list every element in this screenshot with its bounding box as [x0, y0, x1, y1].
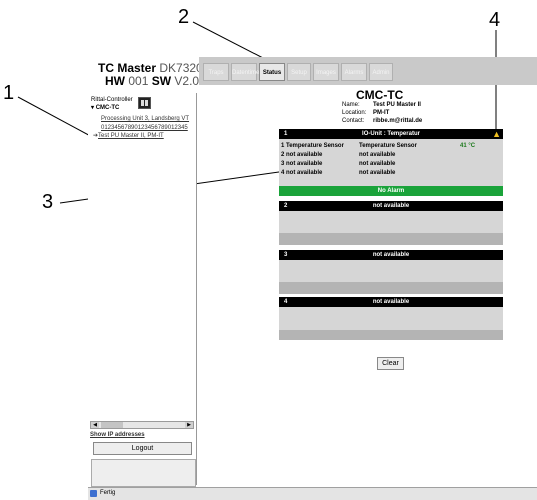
callout-1: 1	[3, 82, 15, 104]
unit-3-body	[279, 260, 503, 282]
unit-1-row-4-desc: not available	[359, 170, 396, 176]
sw-label: SW	[151, 74, 172, 88]
tab-traps[interactable]: Traps	[203, 63, 229, 81]
unit-1-row-3-port: 3 not available	[281, 161, 323, 167]
unit-1-row-4-port: 4 not available	[281, 170, 323, 176]
tree-link-serial[interactable]: 01234567890123456789012345	[101, 124, 188, 132]
unit-4-title: not available	[372, 299, 410, 305]
unit-1-header: 1 IO-Unit : Temperatur ▲	[279, 129, 503, 139]
tree-root[interactable]: Rittal-Controller	[91, 96, 133, 104]
unit-2-footer	[279, 233, 503, 245]
tab-status[interactable]: Status	[259, 63, 285, 81]
name-label: Name:	[342, 102, 360, 108]
device-title: CMC-TC	[356, 88, 404, 102]
tab-setup[interactable]: Setup	[287, 63, 311, 81]
unit-1-row-1-value: 41 °C	[460, 143, 476, 149]
unit-4-body	[279, 307, 503, 330]
unit-4-footer	[279, 330, 503, 340]
scroll-thumb[interactable]	[101, 422, 123, 428]
unit-4-header: 4 not available	[279, 297, 503, 307]
unit-1-row-2-port: 2 not available	[281, 152, 323, 158]
scroll-right-icon[interactable]: ▶	[185, 422, 193, 428]
tree-link-test-pu-label: Test PU Master II, PM-IT	[98, 133, 164, 139]
hw-label: HW	[105, 74, 125, 88]
tab-admin[interactable]: Admin	[369, 63, 393, 81]
callout-3: 3	[42, 191, 54, 213]
horizontal-scrollbar[interactable]: ◀ ▶	[90, 421, 194, 429]
tree-link-processing-unit[interactable]: Processing Unit 3, Landsberg VT	[101, 115, 189, 123]
tab-alarms[interactable]: Alarms	[341, 63, 367, 81]
network-icon[interactable]	[138, 97, 151, 109]
unit-2-body	[279, 211, 503, 233]
ie-page-icon	[90, 490, 97, 497]
logout-button[interactable]: Logout	[93, 442, 192, 455]
location-label: Location:	[342, 110, 367, 116]
hw-value: 001	[128, 74, 149, 88]
unit-2-header: 2 not available	[279, 201, 503, 211]
message-box	[91, 459, 196, 487]
clear-button[interactable]: Clear	[377, 357, 404, 370]
unit-1-title: IO-Unit : Temperatur	[362, 131, 420, 137]
unit-2-title: not available	[372, 203, 410, 209]
callout-2: 2	[178, 6, 190, 28]
contact-value: ribbe.m@rittal.de	[373, 118, 423, 124]
location-value: PM-IT	[373, 110, 390, 116]
alarm-status: No Alarm	[279, 186, 503, 196]
product-name: TC Master	[98, 61, 157, 75]
expand-icon[interactable]: ▾	[91, 105, 94, 111]
status-bar: Fertig	[88, 487, 537, 500]
callout-4: 4	[489, 9, 501, 31]
tree-device-label: CMC-TC	[95, 105, 120, 111]
unit-1-row-1-port: 1 Temperature Sensor	[281, 143, 344, 149]
status-text: Fertig	[100, 490, 116, 496]
unit-3-footer	[279, 282, 503, 294]
show-ip-link[interactable]: Show IP addresses	[90, 431, 145, 439]
tab-images[interactable]: Images	[313, 63, 339, 81]
unit-1-row-2-desc: not available	[359, 152, 396, 158]
unit-3-title: not available	[372, 252, 410, 258]
name-value: Test PU Master II	[373, 102, 421, 108]
contact-label: Contact:	[342, 118, 365, 124]
unit-3-header: 3 not available	[279, 250, 503, 260]
unit-1-row-1-desc: Temperature Sensor	[359, 143, 417, 149]
unit-1-row-3-desc: not available	[359, 161, 396, 167]
scroll-left-icon[interactable]: ◀	[91, 422, 99, 428]
tree-device[interactable]: ▾ CMC-TC	[91, 104, 119, 112]
tab-datentime[interactable]: Datentime	[231, 63, 259, 81]
tree-link-test-pu[interactable]: ➔Test PU Master II, PM-IT	[93, 132, 164, 140]
warning-icon[interactable]: ▲	[492, 129, 501, 139]
